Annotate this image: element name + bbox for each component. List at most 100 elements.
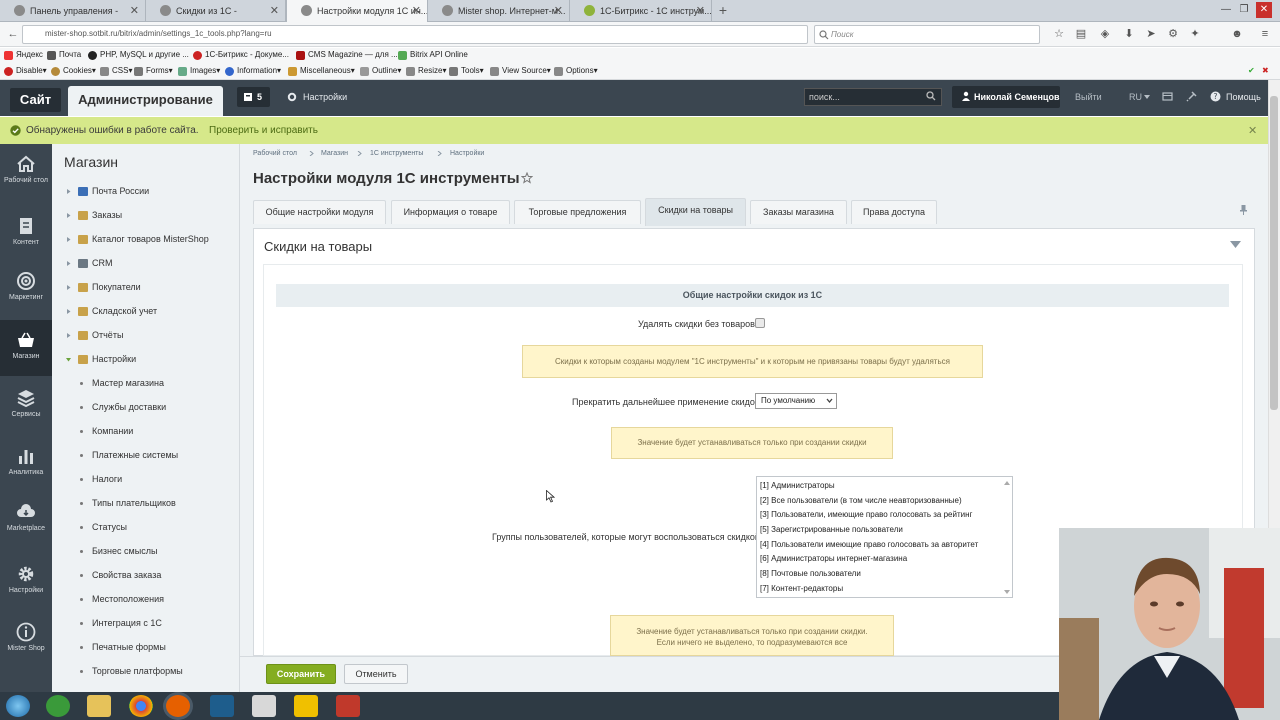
download-icon[interactable]: ⬇ bbox=[1122, 27, 1136, 41]
dev-menu[interactable]: Disable▾ bbox=[4, 66, 47, 76]
bookmark-item[interactable]: PHP, MySQL и другие ... bbox=[88, 50, 189, 60]
1c-app-icon[interactable] bbox=[294, 695, 318, 717]
user-groups-multiselect[interactable] bbox=[756, 476, 1013, 598]
notifications-button[interactable]: 5 bbox=[237, 87, 270, 107]
tab-access[interactable]: Права доступа bbox=[851, 200, 937, 224]
submenu-item[interactable]: Местоположения bbox=[92, 594, 164, 604]
chevron-right-icon[interactable] bbox=[66, 213, 71, 218]
submenu-item[interactable]: Компании bbox=[92, 426, 133, 436]
rail-item-marketplace[interactable]: Marketplace bbox=[0, 492, 52, 548]
chevron-right-icon[interactable] bbox=[66, 261, 71, 266]
scroll-up-icon[interactable] bbox=[1004, 480, 1010, 485]
submenu-item[interactable]: Платежные системы bbox=[92, 450, 178, 460]
submenu-item[interactable]: Свойства заказа bbox=[92, 570, 161, 580]
group-option[interactable]: [4] Пользователи имеющие право голосоват… bbox=[760, 540, 978, 549]
submenu-item[interactable]: Типы плательщиков bbox=[92, 498, 176, 508]
site-button[interactable]: Сайт bbox=[10, 88, 61, 112]
chevron-right-icon[interactable] bbox=[66, 189, 71, 194]
panel-toggle-icon[interactable] bbox=[1162, 91, 1173, 102]
window-close-icon[interactable]: ✕ bbox=[1256, 2, 1272, 18]
rail-item-marketing[interactable]: Маркетинг bbox=[0, 261, 52, 317]
logout-link[interactable]: Выйти bbox=[1075, 92, 1102, 102]
group-option[interactable]: [1] Администраторы bbox=[760, 481, 835, 490]
submenu-item[interactable]: Бизнес смыслы bbox=[92, 546, 157, 556]
help-link[interactable]: Помощь bbox=[1226, 92, 1261, 102]
menu-item[interactable]: Заказы bbox=[92, 210, 122, 220]
rail-item-shop[interactable]: Магазин bbox=[0, 320, 52, 376]
back-icon[interactable]: ← bbox=[6, 27, 20, 41]
start-button[interactable] bbox=[6, 695, 30, 717]
chevron-down-icon[interactable] bbox=[66, 357, 71, 362]
language-select[interactable]: RU bbox=[1129, 92, 1142, 102]
dev-menu[interactable]: Options▾ bbox=[554, 66, 598, 76]
close-icon[interactable]: ✕ bbox=[412, 0, 421, 22]
rail-item-services[interactable]: Сервисы bbox=[0, 378, 52, 434]
dev-menu[interactable]: Resize▾ bbox=[406, 66, 446, 76]
browser-tab[interactable]: Скидки из 1С - ✕ bbox=[146, 0, 286, 22]
chrome-app-icon[interactable] bbox=[129, 695, 153, 717]
search-icon[interactable] bbox=[926, 91, 936, 101]
group-option[interactable]: [5] Зарегистрированные пользователи bbox=[760, 525, 903, 534]
tab-product-info[interactable]: Информация о товаре bbox=[391, 200, 510, 224]
browser-tab[interactable]: 1С-Битрикс - 1С инструм... ✕ bbox=[570, 0, 712, 22]
bookmark-item[interactable]: Яндекс bbox=[4, 50, 43, 60]
mail-app-icon[interactable] bbox=[46, 695, 70, 717]
app-icon[interactable] bbox=[210, 695, 234, 717]
rail-item-content[interactable]: Контент bbox=[0, 206, 52, 262]
dev-menu[interactable]: View Source▾ bbox=[490, 66, 551, 76]
pocket-icon[interactable]: ◈ bbox=[1098, 27, 1112, 41]
submenu-item[interactable]: Налоги bbox=[92, 474, 122, 484]
group-option[interactable]: [2] Все пользователи (в том числе неавто… bbox=[760, 496, 962, 505]
menu-item[interactable]: CRM bbox=[92, 258, 113, 268]
browser-search-input[interactable]: Поиск bbox=[814, 25, 1040, 44]
dev-menu[interactable]: CSS▾ bbox=[100, 66, 132, 76]
breadcrumb-item[interactable]: Рабочий стол bbox=[253, 150, 297, 157]
cancel-button[interactable]: Отменить bbox=[344, 664, 408, 684]
close-icon[interactable]: ✕ bbox=[1248, 124, 1257, 137]
chevron-right-icon[interactable] bbox=[66, 237, 71, 242]
dev-menu[interactable]: Tools▾ bbox=[449, 66, 484, 76]
close-icon[interactable]: ✕ bbox=[696, 0, 705, 22]
delete-discounts-checkbox[interactable] bbox=[755, 318, 765, 328]
group-option[interactable]: [6] Администраторы интернет-магазина bbox=[760, 554, 907, 563]
submenu-item[interactable]: Торговые платформы bbox=[92, 666, 183, 676]
browser-tab-active[interactable]: Настройки модуля 1С ин... ✕ bbox=[286, 0, 428, 22]
submenu-item[interactable]: Печатные формы bbox=[92, 642, 166, 652]
admin-search-input[interactable]: поиск... bbox=[804, 88, 942, 106]
star-icon[interactable] bbox=[521, 172, 533, 184]
submenu-item[interactable]: Службы доставки bbox=[92, 402, 166, 412]
firefox-app-icon[interactable] bbox=[166, 695, 190, 717]
menu-item[interactable]: Почта России bbox=[92, 186, 149, 196]
close-icon[interactable]: ✕ bbox=[270, 0, 279, 22]
hamburger-menu-icon[interactable]: ≡ bbox=[1258, 27, 1272, 41]
scroll-down-icon[interactable] bbox=[1004, 590, 1010, 595]
maximize-icon[interactable]: ❐ bbox=[1236, 2, 1252, 18]
dev-menu[interactable]: Images▾ bbox=[178, 66, 220, 76]
submenu-item[interactable]: Мастер магазина bbox=[92, 378, 164, 388]
chevron-down-icon[interactable] bbox=[1230, 241, 1241, 248]
bookmark-item[interactable]: CMS Magazine — для ... bbox=[296, 50, 398, 60]
tab-orders[interactable]: Заказы магазина bbox=[750, 200, 847, 224]
close-icon[interactable]: ✕ bbox=[554, 0, 563, 22]
dev-menu[interactable]: Forms▾ bbox=[134, 66, 173, 76]
app-icon[interactable] bbox=[336, 695, 360, 717]
minimize-icon[interactable]: — bbox=[1218, 2, 1234, 18]
bookmark-star-icon[interactable]: ☆ bbox=[1052, 27, 1066, 41]
pin-icon[interactable] bbox=[1186, 91, 1197, 102]
rail-item-settings[interactable]: Настройки bbox=[0, 554, 52, 610]
browser-tab[interactable]: Mister shop. Интернет-м... ✕ bbox=[428, 0, 570, 22]
dev-menu[interactable]: Information▾ bbox=[225, 66, 281, 76]
rail-item-mistershop[interactable]: Mister Shop bbox=[0, 612, 52, 668]
breadcrumb-item[interactable]: 1С инструменты bbox=[370, 150, 423, 157]
breadcrumb-item[interactable]: Настройки bbox=[450, 150, 484, 157]
dev-menu[interactable]: Outline▾ bbox=[360, 66, 401, 76]
menu-item[interactable]: Покупатели bbox=[92, 282, 141, 292]
browser-tab[interactable]: Панель управления - ✕ bbox=[0, 0, 146, 22]
bookmark-item[interactable]: Bitrix API Online bbox=[398, 50, 468, 60]
group-option[interactable]: [3] Пользователи, имеющие право голосова… bbox=[760, 510, 972, 519]
stop-discounts-select[interactable]: По умолчанию bbox=[755, 393, 837, 409]
group-option[interactable]: [8] Почтовые пользователи bbox=[760, 569, 861, 578]
account-icon[interactable]: ☻ bbox=[1230, 27, 1244, 41]
save-button[interactable]: Сохранить bbox=[266, 664, 336, 684]
extension-icon[interactable]: ✦ bbox=[1188, 27, 1202, 41]
